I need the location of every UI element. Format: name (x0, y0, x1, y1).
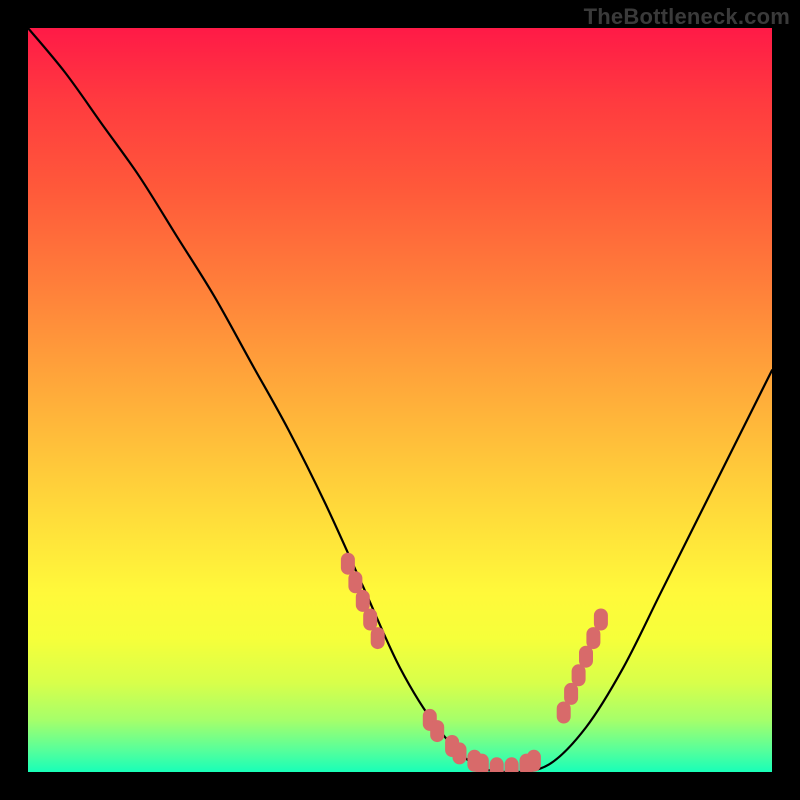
scatter-dot (572, 664, 586, 686)
scatter-dot (564, 683, 578, 705)
scatter-dot (453, 742, 467, 764)
chart-svg (28, 28, 772, 772)
scatter-dot (430, 720, 444, 742)
scatter-dots (341, 553, 608, 772)
watermark-text: TheBottleneck.com (584, 4, 790, 30)
scatter-dot (341, 553, 355, 575)
scatter-dot (356, 590, 370, 612)
scatter-dot (586, 627, 600, 649)
scatter-dot (594, 609, 608, 631)
scatter-dot (475, 754, 489, 772)
scatter-dot (579, 646, 593, 668)
bottleneck-curve (28, 28, 772, 772)
scatter-dot (490, 757, 504, 772)
scatter-dot (557, 702, 571, 724)
scatter-dot (363, 609, 377, 631)
scatter-dot (371, 627, 385, 649)
scatter-dot (348, 571, 362, 593)
scatter-dot (527, 750, 541, 772)
plot-area (28, 28, 772, 772)
chart-frame: TheBottleneck.com (0, 0, 800, 800)
scatter-dot (505, 757, 519, 772)
